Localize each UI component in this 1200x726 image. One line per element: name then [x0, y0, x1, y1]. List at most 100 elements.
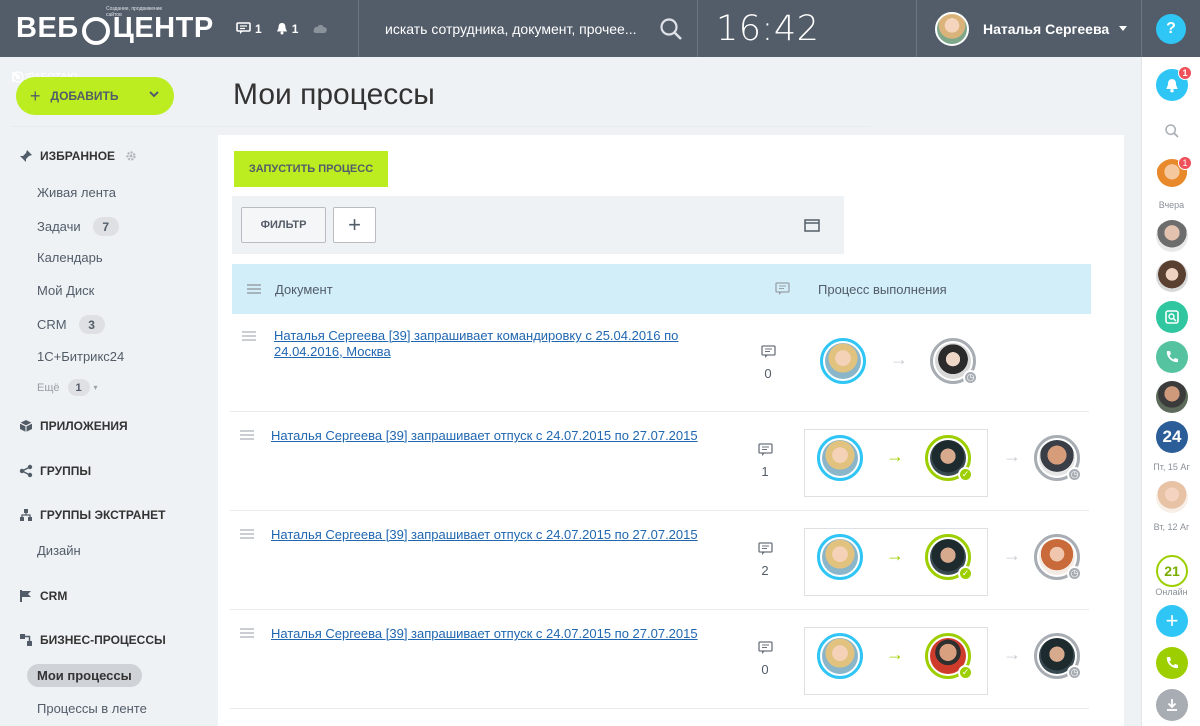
- initiator-avatar[interactable]: [817, 534, 863, 580]
- contact-avatar[interactable]: 1: [1156, 156, 1192, 191]
- next-approver-avatar[interactable]: ◷: [1034, 633, 1082, 680]
- download-button[interactable]: [1156, 689, 1188, 721]
- add-chat-button[interactable]: +: [1156, 605, 1188, 637]
- menu-item-my-processes[interactable]: Мои процессы: [27, 664, 142, 687]
- initiator-avatar[interactable]: [817, 633, 863, 679]
- contact-avatar[interactable]: [1156, 260, 1188, 292]
- open-lines-button[interactable]: [1156, 301, 1188, 333]
- menu-group-label: ПРИЛОЖЕНИЯ: [40, 419, 128, 433]
- menu-item-feed[interactable]: Живая лента: [37, 185, 116, 200]
- plus-icon: +: [30, 85, 41, 106]
- menu-group-extranet[interactable]: ГРУППЫ ЭКСТРАНЕТ: [18, 507, 165, 523]
- approver-avatar[interactable]: ✓: [925, 633, 973, 680]
- menu-group-label: БИЗНЕС-ПРОЦЕССЫ: [40, 633, 166, 647]
- contact-avatar[interactable]: [1156, 220, 1188, 252]
- window-view-icon[interactable]: [804, 219, 820, 232]
- caret-down-icon: [1119, 26, 1128, 31]
- menu-item-disk[interactable]: Мой Диск: [37, 283, 94, 298]
- initiator-avatar[interactable]: [820, 338, 866, 384]
- comments-cell[interactable]: 1: [751, 443, 779, 479]
- gear-icon[interactable]: [125, 150, 137, 162]
- b24-app[interactable]: 24: [1156, 421, 1188, 453]
- comment-icon: [774, 282, 790, 295]
- menu-item-label: Календарь: [37, 250, 103, 265]
- comments-cell[interactable]: 2: [751, 542, 779, 578]
- approver-avatar[interactable]: ✓: [925, 534, 973, 581]
- comments-count: 1: [761, 464, 769, 479]
- date-label: Вчера: [1158, 200, 1185, 210]
- menu-item-crm[interactable]: CRM 3: [37, 315, 105, 334]
- check-icon: ✓: [958, 665, 973, 680]
- menu-item-calendar[interactable]: Календарь: [37, 250, 103, 265]
- approver-avatar[interactable]: ◷: [930, 338, 978, 385]
- filter-button[interactable]: ФИЛЬТР: [241, 207, 326, 243]
- document-link[interactable]: Наталья Сергеева [39] запрашивает отпуск…: [271, 626, 701, 642]
- notifications-bell[interactable]: 1: [1156, 66, 1192, 101]
- phone-icon: [1166, 351, 1178, 363]
- menu-item-label: Живая лента: [37, 185, 116, 200]
- phone-button[interactable]: [1156, 647, 1188, 679]
- menu-group-label: ИЗБРАННОЕ: [40, 149, 116, 163]
- menu-item-label: Процессы в ленте: [37, 701, 147, 716]
- row-menu-icon[interactable]: [240, 628, 254, 638]
- comments-cell[interactable]: 0: [754, 345, 782, 381]
- menu-item-tasks[interactable]: Задачи 7: [37, 217, 119, 236]
- table-row[interactable]: Наталья Сергеева [39] запрашивает команд…: [230, 314, 1089, 412]
- menu-group-label: ГРУППЫ ЭКСТРАНЕТ: [40, 508, 166, 522]
- plus-icon: +: [1165, 608, 1179, 633]
- help-icon: ?: [1156, 13, 1186, 44]
- document-link[interactable]: Наталья Сергеева [39] запрашивает команд…: [274, 328, 704, 360]
- menu-item-design[interactable]: Дизайн: [37, 543, 81, 558]
- menu-item-label: Мой Диск: [37, 283, 95, 298]
- menu-group-groups[interactable]: ГРУППЫ: [18, 463, 91, 479]
- approver-avatar[interactable]: ✓: [925, 435, 973, 482]
- online-label: Онлайн: [1155, 587, 1188, 597]
- check-icon: ✓: [958, 566, 973, 581]
- message-badge: 1: [1178, 156, 1192, 170]
- next-approver-avatar[interactable]: ◷: [1034, 435, 1082, 482]
- next-approver-avatar[interactable]: ◷: [1034, 534, 1082, 581]
- initiator-avatar[interactable]: [817, 435, 863, 481]
- add-filter-button[interactable]: +: [333, 207, 376, 243]
- table-row[interactable]: Наталья Сергеева [39] запрашивает отпуск…: [230, 512, 1089, 610]
- comments-cell[interactable]: 0: [751, 641, 779, 677]
- menu-group-favorites[interactable]: ИЗБРАННОЕ: [18, 148, 137, 164]
- menu-item-more[interactable]: Ещё 1 ▾: [37, 379, 98, 396]
- contact-avatar[interactable]: [1156, 481, 1188, 513]
- document-link[interactable]: Наталья Сергеева [39] запрашивает отпуск…: [271, 428, 701, 444]
- sidebar-search[interactable]: [1156, 115, 1188, 147]
- comments-count: 0: [761, 662, 769, 677]
- menu-item-1c[interactable]: 1С+Битрикс24: [37, 349, 124, 364]
- chat-search-icon: [1165, 310, 1179, 324]
- online-users[interactable]: 21: [1156, 555, 1188, 587]
- add-button[interactable]: + ДОБАВИТЬ: [16, 77, 174, 115]
- column-document[interactable]: Документ: [275, 282, 758, 297]
- arrow-right-icon: →: [1003, 644, 1021, 664]
- row-menu-icon[interactable]: [240, 529, 254, 539]
- menu-group-apps[interactable]: ПРИЛОЖЕНИЯ: [18, 418, 128, 434]
- arrow-right-icon: →: [886, 446, 904, 466]
- column-comments[interactable]: [758, 282, 806, 296]
- help-button[interactable]: ?: [1141, 0, 1200, 57]
- column-process[interactable]: Процесс выполнения: [806, 282, 947, 297]
- row-menu-icon[interactable]: [240, 430, 254, 440]
- column-settings[interactable]: [232, 284, 275, 294]
- table-row[interactable]: Наталья Сергеева [39] запрашивает отпуск…: [230, 413, 1089, 511]
- row-menu-icon[interactable]: [242, 331, 256, 341]
- menu-group-bp[interactable]: БИЗНЕС-ПРОЦЕССЫ: [18, 632, 166, 648]
- contact-avatar[interactable]: [1156, 381, 1188, 413]
- flag-icon: [18, 588, 34, 604]
- menu-item-processes-feed[interactable]: Процессы в ленте: [37, 701, 147, 716]
- user-menu[interactable]: Наталья Сергеева: [917, 0, 1139, 57]
- counter-badge: 3: [78, 315, 105, 334]
- call-button[interactable]: [1156, 341, 1188, 373]
- work-clock[interactable]: 16:42 1 РАБОТАЮ: [12, 0, 916, 127]
- start-process-button[interactable]: ЗАПУСТИТЬ ПРОЦЕСС: [234, 151, 388, 187]
- check-icon: ✓: [958, 467, 973, 482]
- process-icon: [18, 632, 34, 648]
- menu-group-crm[interactable]: CRM: [18, 588, 67, 604]
- table-header: Документ Процесс выполнения: [232, 264, 1091, 314]
- document-link[interactable]: Наталья Сергеева [39] запрашивает отпуск…: [271, 527, 701, 543]
- table-row[interactable]: Наталья Сергеева [39] запрашивает отпуск…: [230, 611, 1089, 709]
- menu-item-label: Ещё: [37, 381, 60, 394]
